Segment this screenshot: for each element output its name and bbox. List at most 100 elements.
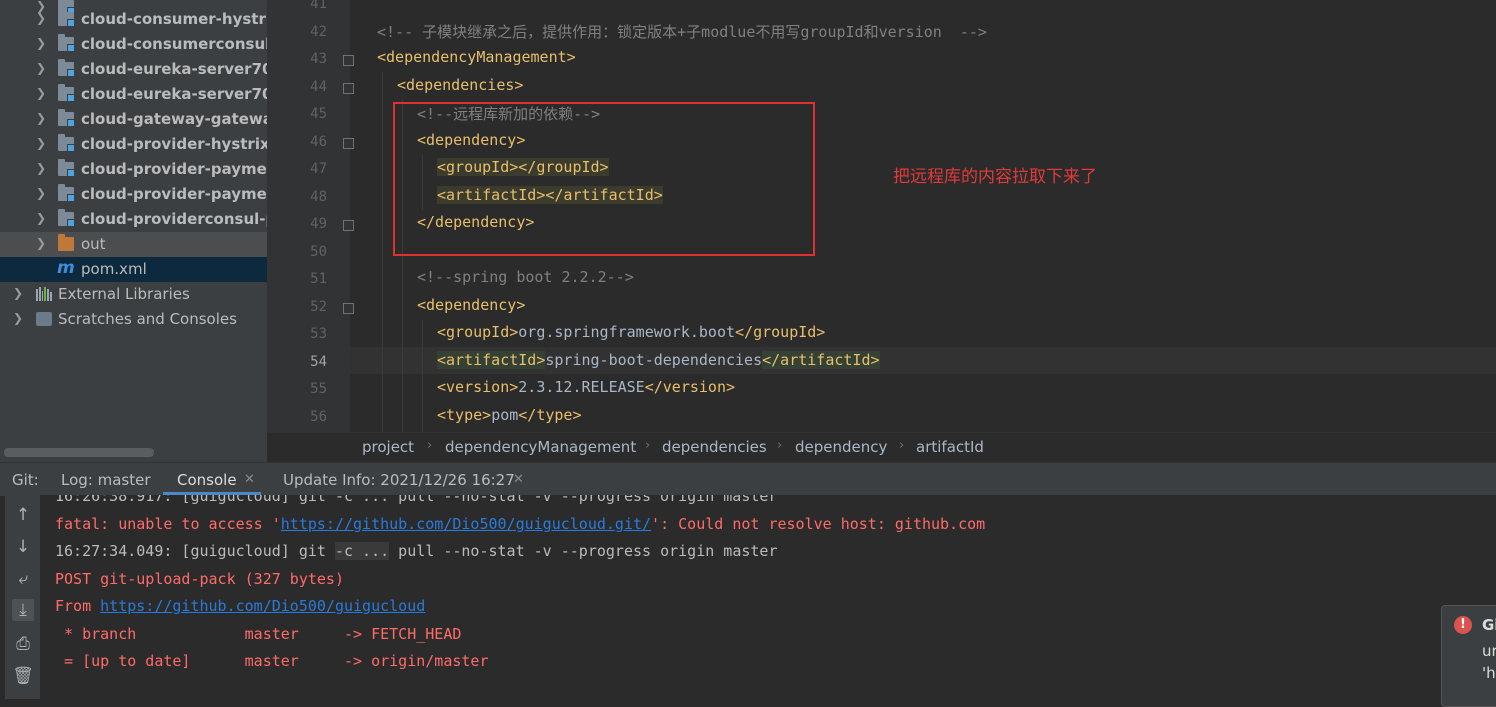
tree-item-module[interactable]: ❯ cloud-provider-payment xyxy=(0,182,267,207)
chevron-right-icon[interactable]: ❯ xyxy=(36,11,46,25)
chevron-right-icon[interactable]: ❯ xyxy=(36,136,46,150)
tree-item-out[interactable]: ❯ out xyxy=(0,232,267,257)
xml-text: pom xyxy=(491,406,519,424)
code-line: <type>pom</type> xyxy=(437,406,582,432)
chevron-right-icon[interactable]: ❯ xyxy=(36,36,46,50)
xml-tag: <type> xyxy=(437,406,492,424)
line-number: 43 xyxy=(310,51,327,67)
code-line-current: <artifactId>spring-boot-dependencies</ar… xyxy=(437,351,880,378)
tree-item-scratches[interactable]: ❯ Scratches and Consoles xyxy=(0,307,267,332)
breadcrumb-item[interactable]: project xyxy=(362,438,414,456)
library-icon xyxy=(36,287,52,301)
line-number: 44 xyxy=(310,79,327,95)
module-folder-icon xyxy=(58,9,75,27)
fold-marker-icon[interactable] xyxy=(343,55,354,66)
tree-item-external-libraries[interactable]: ❯ External Libraries xyxy=(0,282,267,307)
tab-console[interactable]: Console xyxy=(177,471,237,489)
tree-item-module[interactable]: ❯ cloud-consumer-hystrix- xyxy=(0,7,267,32)
breadcrumb-item[interactable]: dependencyManagement xyxy=(445,438,636,456)
console-text: pull --no-stat -v --progress origin mast… xyxy=(389,542,778,560)
tree-item-module[interactable]: ❯ cloud-providerconsul-pa xyxy=(0,207,267,232)
tree-item-module[interactable]: ❯ cloud-provider-payment xyxy=(0,157,267,182)
tree-item-module[interactable]: ❯ cloud-consumerconsul-c xyxy=(0,32,267,57)
close-icon[interactable]: ✕ xyxy=(513,472,524,487)
line-number: 49 xyxy=(310,216,327,232)
xml-tag: <artifactId> xyxy=(437,351,546,369)
line-number: 48 xyxy=(310,189,327,205)
chevron-right-icon[interactable]: ❯ xyxy=(36,211,46,225)
arrow-up-icon[interactable]: ↑ xyxy=(12,504,34,526)
tree-item-module[interactable]: ❯ cloud-eureka-server7002 xyxy=(0,82,267,107)
print-icon[interactable]: ⎙ xyxy=(12,633,34,655)
xml-tag: <groupId> xyxy=(437,323,519,341)
trash-icon[interactable]: 🗑 xyxy=(12,665,34,687)
notification-text: 'ht xyxy=(1482,664,1496,682)
xml-tag: </artifactId> xyxy=(762,351,880,369)
breadcrumb-item[interactable]: artifactId xyxy=(916,438,984,456)
chevron-right-icon[interactable]: ❯ xyxy=(36,86,46,100)
scroll-to-end-icon[interactable]: ⤓ xyxy=(12,599,34,621)
line-number: 52 xyxy=(310,299,327,315)
error-notification[interactable]: ! Gi ur 'ht xyxy=(1441,605,1496,707)
horizontal-scrollbar[interactable] xyxy=(4,448,154,457)
module-label: cloud-consumerconsul-c xyxy=(81,35,267,53)
fold-marker-icon[interactable] xyxy=(343,83,354,94)
fold-marker-icon[interactable] xyxy=(343,303,354,314)
module-folder-icon xyxy=(58,109,75,127)
git-tool-tabs: Git: Log: master Console ✕ Update Info: … xyxy=(0,462,1496,496)
fold-marker-icon[interactable] xyxy=(343,220,354,231)
console-line-error: * branch master -> FETCH_HEAD xyxy=(55,625,462,643)
soft-wrap-icon[interactable]: ⤶ xyxy=(12,568,34,590)
pom-file-label: pom.xml xyxy=(81,260,147,278)
close-icon[interactable]: ✕ xyxy=(244,472,255,487)
code-comment: <!--spring boot 2.2.2--> xyxy=(417,268,634,286)
git-prefix-label: Git: xyxy=(12,471,39,489)
breadcrumb-item[interactable]: dependencies xyxy=(662,438,767,456)
chevron-right-icon[interactable]: ❯ xyxy=(13,286,23,300)
module-folder-icon xyxy=(58,159,75,177)
tree-item-module[interactable]: ❯ cloud-eureka-server7001 xyxy=(0,57,267,82)
chevron-right-icon[interactable]: ❯ xyxy=(13,311,23,325)
tree-item-module[interactable]: ❯ cloud-provider-hystrix-p xyxy=(0,132,267,157)
tab-update-info[interactable]: Update Info: 2021/12/26 16:27 xyxy=(283,471,515,489)
chevron-right-icon[interactable]: ❯ xyxy=(36,186,46,200)
code-line: <dependencyManagement> xyxy=(377,48,576,66)
code-comment: <!-- 子模块继承之后，提供作用：锁定版本+子modlue不用写groupId… xyxy=(377,23,987,41)
tree-item-module[interactable]: ❯ cloud-gateway-gateway xyxy=(0,107,267,132)
console-toolbar: ↑ ↓ ⤶ ⤓ ⎙ 🗑 xyxy=(5,495,40,699)
chevron-right-icon: › xyxy=(777,438,783,453)
chevron-right-icon[interactable]: ❯ xyxy=(36,61,46,75)
line-number: 55 xyxy=(310,381,327,397)
chevron-right-icon[interactable]: ❯ xyxy=(36,236,46,250)
module-label: cloud-providerconsul-pa xyxy=(81,210,267,228)
indent-guide xyxy=(422,320,423,432)
folder-icon xyxy=(58,234,74,251)
code-line: <dependencies> xyxy=(397,76,524,94)
console-output[interactable]: 16:26:38.917: [guigucloud] git -c ... pu… xyxy=(40,495,1496,699)
notification-title: Gi xyxy=(1482,616,1496,634)
repo-link[interactable]: https://github.com/Dio500/guigucloud xyxy=(100,597,425,615)
fold-marker-icon[interactable] xyxy=(343,138,354,149)
xml-tag: <version> xyxy=(437,378,519,396)
tab-log-master[interactable]: Log: master xyxy=(61,471,151,489)
tree-item-pom[interactable]: m pom.xml xyxy=(0,257,267,282)
line-number: 50 xyxy=(310,244,327,260)
repo-link[interactable]: https://github.com/Dio500/guigucloud.git… xyxy=(281,515,651,533)
line-number: 53 xyxy=(310,326,327,342)
module-folder-icon xyxy=(58,134,75,152)
console-folded-args[interactable]: -c ... xyxy=(334,542,390,560)
notification-text: ur xyxy=(1482,642,1496,660)
breadcrumb-item[interactable]: dependency xyxy=(795,438,887,456)
module-label: cloud-consumer-hystrix- xyxy=(81,10,267,28)
chevron-right-icon[interactable]: ❯ xyxy=(36,111,46,125)
xml-text: org.springframework.boot xyxy=(518,323,736,341)
module-folder-icon xyxy=(58,209,75,227)
chevron-right-icon[interactable]: ❯ xyxy=(36,161,46,175)
code-line: <version>2.3.12.RELEASE</version> xyxy=(437,378,735,405)
breadcrumb: project › dependencyManagement › depende… xyxy=(267,432,1496,462)
console-text: ': Could not resolve host: github.com xyxy=(651,515,986,533)
console-line-error: POST git-upload-pack (327 bytes) xyxy=(55,570,344,588)
module-folder-icon xyxy=(58,59,75,77)
line-number: 51 xyxy=(310,271,327,287)
arrow-down-icon[interactable]: ↓ xyxy=(12,536,34,558)
